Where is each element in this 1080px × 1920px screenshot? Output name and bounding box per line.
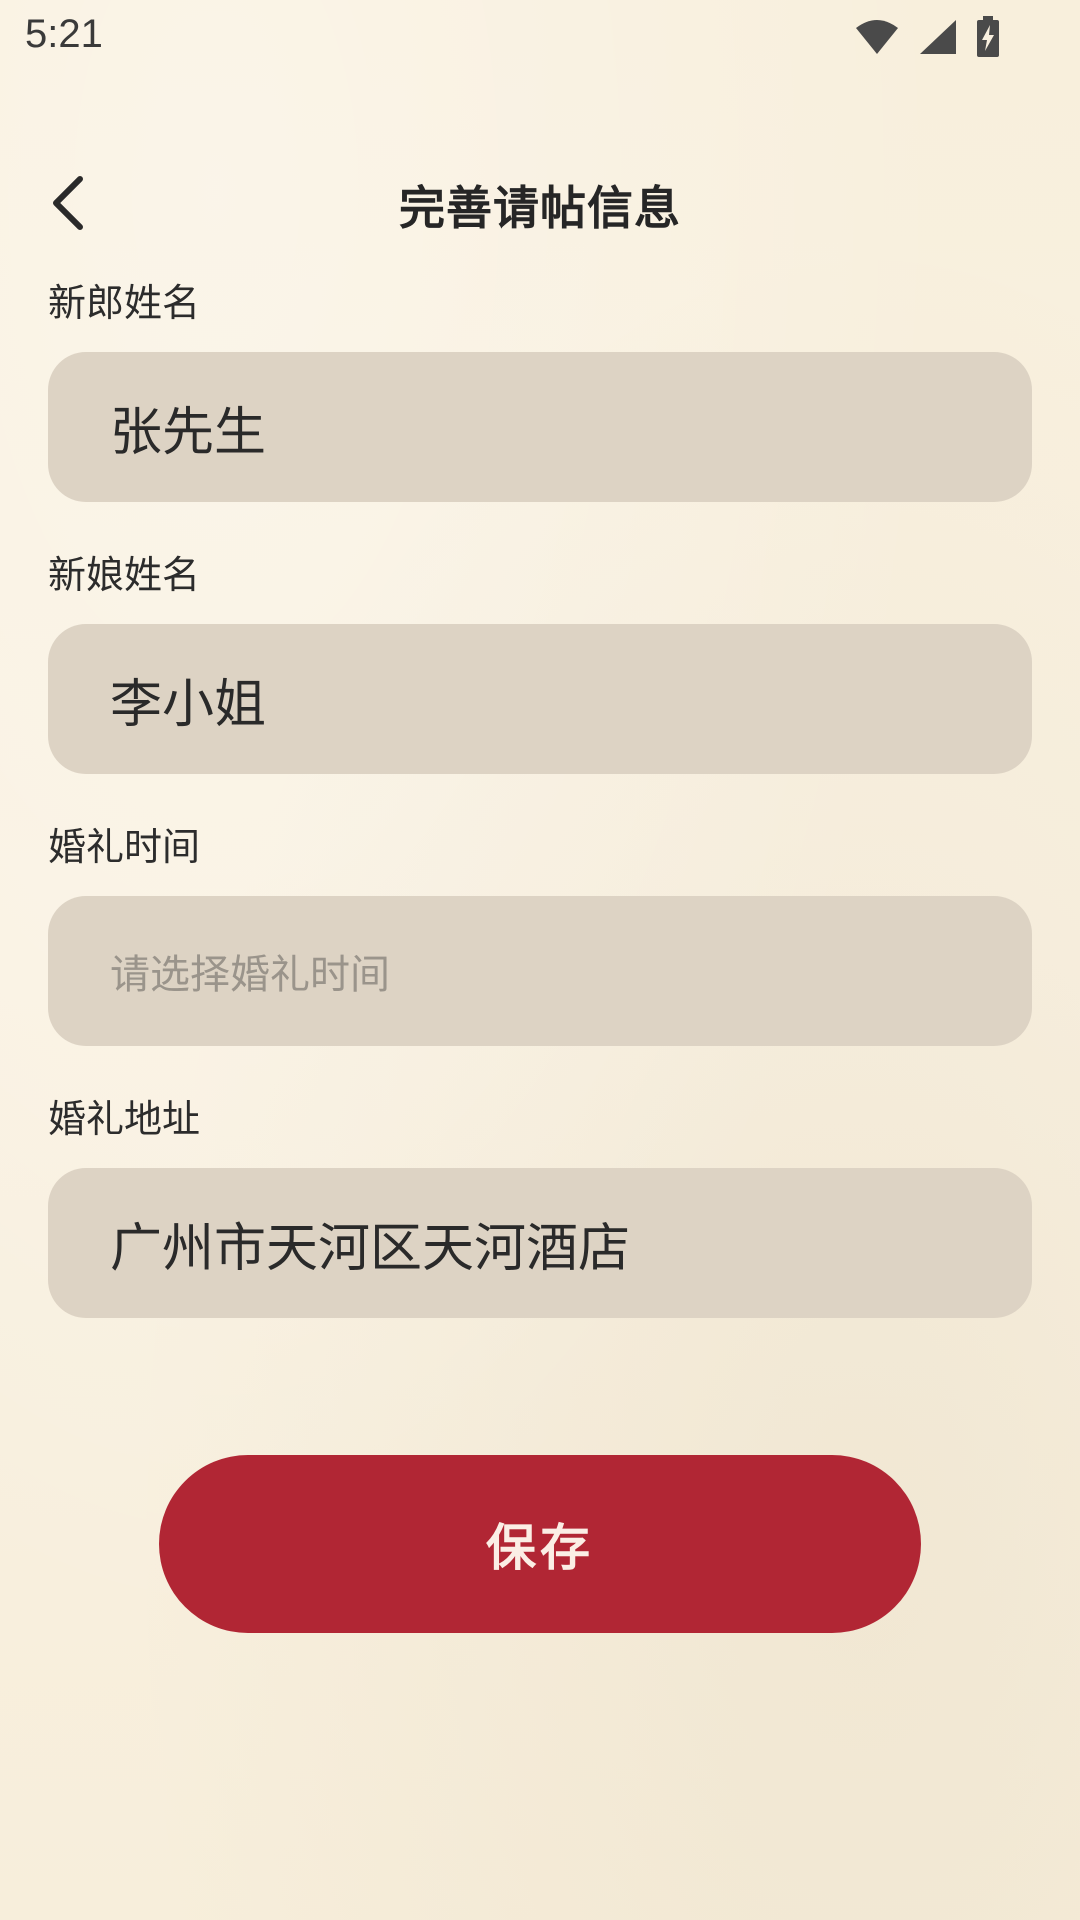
groom-name-input[interactable]: 张先生 bbox=[48, 352, 1032, 502]
app-bar: 完善请帖信息 bbox=[0, 150, 1080, 260]
wedding-time-picker[interactable]: 请选择婚礼时间 bbox=[48, 896, 1032, 1046]
groom-name-field: 新郎姓名 张先生 bbox=[48, 270, 1032, 502]
bride-name-field: 新娘姓名 李小姐 bbox=[48, 542, 1032, 774]
status-icons bbox=[854, 16, 1000, 58]
wedding-time-field: 婚礼时间 请选择婚礼时间 bbox=[48, 814, 1032, 1046]
groom-name-label: 新郎姓名 bbox=[48, 281, 201, 325]
wifi-icon bbox=[854, 18, 900, 56]
invitation-form: 新郎姓名 张先生 新娘姓名 李小姐 婚礼时间 请选择婚礼时间 婚礼地址 广州市天… bbox=[48, 270, 1032, 1358]
bride-name-input[interactable]: 李小姐 bbox=[48, 624, 1032, 774]
battery-charging-icon bbox=[976, 16, 1000, 58]
page-title: 完善请帖信息 bbox=[399, 181, 681, 235]
status-time: 5:21 bbox=[25, 12, 103, 56]
wedding-address-label: 婚礼地址 bbox=[48, 1097, 201, 1141]
signal-icon bbox=[918, 18, 958, 56]
wedding-address-input[interactable]: 广州市天河区天河酒店 bbox=[48, 1168, 1032, 1318]
wedding-time-label: 婚礼时间 bbox=[48, 825, 201, 869]
status-bar: 5:21 bbox=[0, 0, 1080, 80]
save-button[interactable]: 保存 bbox=[159, 1455, 921, 1633]
bride-name-label: 新娘姓名 bbox=[48, 553, 201, 597]
wedding-address-field: 婚礼地址 广州市天河区天河酒店 bbox=[48, 1086, 1032, 1318]
